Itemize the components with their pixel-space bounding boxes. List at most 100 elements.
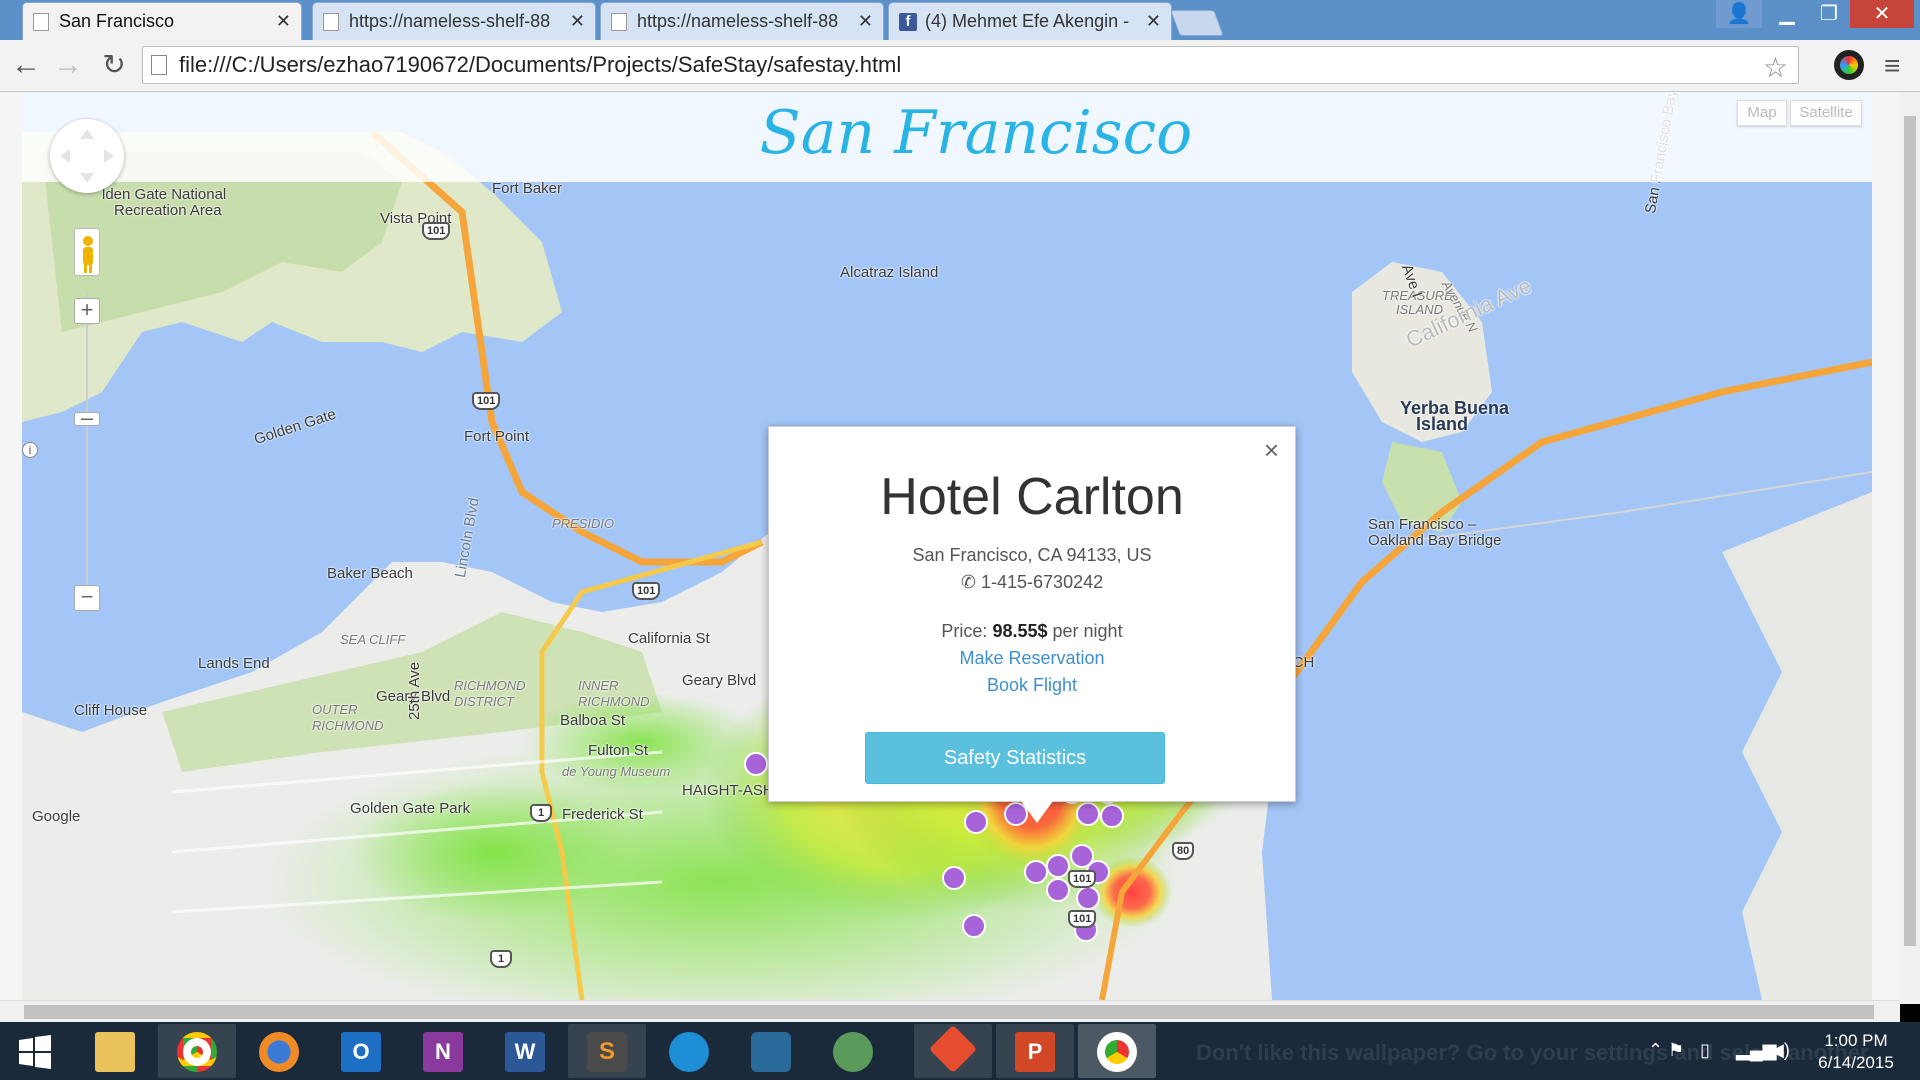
battery-icon[interactable]: ▯ xyxy=(1700,1040,1710,1061)
tab-nameless-shelf-2[interactable]: https://nameless-shelf-88 ✕ xyxy=(600,2,884,40)
tab-facebook[interactable]: f (4) Mehmet Efe Akengin - ✕ xyxy=(888,2,1172,40)
sublime-icon[interactable]: S xyxy=(568,1024,646,1078)
map-label: de Young Museum xyxy=(562,764,671,779)
volume-icon[interactable]: ◀) xyxy=(1770,1040,1790,1061)
map[interactable]: lden Gate National Recreation Area Fort Ba… xyxy=(22,92,1872,1000)
back-icon[interactable]: ← xyxy=(8,48,44,84)
page-icon xyxy=(151,55,167,75)
safety-statistics-button[interactable]: Safety Statistics xyxy=(865,732,1165,784)
hotel-name: Hotel Carlton xyxy=(880,468,1184,526)
highway-shield: 101 xyxy=(1068,910,1097,928)
pan-control[interactable] xyxy=(50,119,124,193)
url-text: file:///C:/Users/ezhao7190672/Documents/… xyxy=(179,52,902,77)
map-label: Alcatraz Island xyxy=(840,264,939,281)
map-label: Island xyxy=(1416,414,1469,434)
onenote-icon[interactable]: N xyxy=(404,1024,482,1078)
system-clock[interactable]: 1:00 PM 6/14/2015 xyxy=(1796,1030,1916,1074)
zoom-in-icon[interactable]: + xyxy=(74,298,100,324)
close-tab-icon[interactable]: ✕ xyxy=(570,11,585,32)
map-label: PRESIDIO xyxy=(552,516,615,531)
close-tab-icon[interactable]: ✕ xyxy=(276,11,291,32)
map-label: RICHMOND xyxy=(312,718,384,733)
page-icon xyxy=(323,12,339,31)
restore-icon[interactable]: ❐ xyxy=(1806,0,1852,28)
hotel-address: San Francisco, CA 94133, US xyxy=(912,545,1152,565)
map-label: Geary Blvd xyxy=(682,672,757,689)
price-label: Price: xyxy=(941,621,988,641)
map-label: SEA CLIFF xyxy=(340,632,406,647)
start-button[interactable] xyxy=(0,1024,70,1078)
skype-icon[interactable] xyxy=(650,1024,728,1078)
new-tab-button[interactable] xyxy=(1170,10,1224,36)
facebook-icon: f xyxy=(899,12,917,31)
map-label: DISTRICT xyxy=(454,694,514,709)
chrome-icon[interactable] xyxy=(1078,1024,1156,1078)
flag-icon[interactable]: ⚑ xyxy=(1668,1040,1684,1061)
zoom-slider-track[interactable] xyxy=(86,292,88,592)
map-label: Oakland Bay Bridge xyxy=(1368,532,1502,549)
tab-label: https://nameless-shelf-88 xyxy=(349,11,551,31)
minimize-icon[interactable]: ▁ xyxy=(1764,0,1810,28)
map-label: Frederick St xyxy=(562,806,643,823)
price-value: 98.55$ xyxy=(992,621,1048,641)
map-label: Balboa St xyxy=(560,712,626,729)
firefox-icon[interactable] xyxy=(240,1024,318,1078)
menu-icon[interactable]: ≡ xyxy=(1884,50,1900,82)
tab-san-francisco[interactable]: San Francisco ✕ xyxy=(22,2,302,40)
user-profile-icon[interactable]: 👤 xyxy=(1716,0,1762,28)
reload-icon[interactable]: ↻ xyxy=(96,48,132,84)
vertical-scroll-thumb[interactable] xyxy=(1904,116,1916,946)
browser-window: San Francisco ✕ https://nameless-shelf-8… xyxy=(0,0,1920,1080)
highway-shield: 101 xyxy=(632,582,661,600)
street-view-pegman-icon[interactable] xyxy=(74,228,100,276)
windows-taskbar: O N W S P Don't like this wallpaper? Go … xyxy=(0,1022,1920,1080)
network-icon[interactable] xyxy=(814,1024,892,1078)
tab-label: San Francisco xyxy=(59,11,175,31)
word-icon[interactable]: W xyxy=(486,1024,564,1078)
make-reservation-link[interactable]: Make Reservation xyxy=(769,648,1295,669)
map-type-map-button[interactable]: Map xyxy=(1737,100,1787,126)
zoom-slider-handle[interactable]: – xyxy=(74,407,100,429)
address-bar[interactable]: file:///C:/Users/ezhao7190672/Documents/… xyxy=(142,46,1799,84)
pan-arrows-icon xyxy=(60,129,114,183)
forward-icon[interactable]: → xyxy=(50,48,86,84)
mysql-icon[interactable] xyxy=(732,1024,810,1078)
zoom-out-icon[interactable]: − xyxy=(74,585,100,611)
horizontal-scroll-thumb[interactable] xyxy=(24,1005,1874,1019)
highway-shield: 101 xyxy=(422,222,451,240)
map-type-satellite-button[interactable]: Satellite xyxy=(1790,100,1862,126)
git-icon[interactable] xyxy=(914,1024,992,1078)
outlook-icon[interactable]: O xyxy=(322,1024,400,1078)
map-label: RICHMOND xyxy=(454,678,526,693)
tray-chevron-icon[interactable]: ⌃ xyxy=(1648,1040,1663,1061)
file-explorer-icon[interactable] xyxy=(76,1024,154,1078)
page-icon xyxy=(611,12,627,31)
map-label: Lands End xyxy=(198,655,270,672)
powerpoint-icon[interactable]: P xyxy=(996,1024,1074,1078)
horizontal-scrollbar[interactable] xyxy=(0,1000,1900,1022)
bookmark-star-icon[interactable]: ☆ xyxy=(1763,51,1788,84)
clock-time: 1:00 PM xyxy=(1824,1031,1888,1050)
map-label: Google xyxy=(32,808,81,825)
highway-shield: 80 xyxy=(1172,842,1195,860)
map-label: OUTER xyxy=(312,702,358,717)
book-flight-link[interactable]: Book Flight xyxy=(769,675,1295,696)
close-window-icon[interactable]: ✕ xyxy=(1850,0,1914,28)
highway-shield: 1 xyxy=(490,950,512,968)
tab-nameless-shelf-1[interactable]: https://nameless-shelf-88 ✕ xyxy=(312,2,596,40)
highway-shield: 101 xyxy=(1068,870,1097,888)
highway-shield: 101 xyxy=(472,392,501,410)
close-popup-icon[interactable]: × xyxy=(1264,435,1279,466)
chrome-icon[interactable] xyxy=(158,1024,236,1078)
info-icon[interactable]: i xyxy=(22,442,38,458)
close-tab-icon[interactable]: ✕ xyxy=(1146,11,1161,32)
close-tab-icon[interactable]: ✕ xyxy=(858,11,873,32)
hotel-phone-number: 1-415-6730242 xyxy=(981,572,1104,592)
map-label: Fort Baker xyxy=(492,180,563,197)
hotel-info-popup: × Hotel Carlton San Francisco, CA 94133,… xyxy=(768,426,1296,823)
map-label: INNER xyxy=(578,678,619,693)
map-label: Recreation Area xyxy=(114,202,222,219)
extension-icon[interactable] xyxy=(1834,50,1864,80)
vertical-scrollbar[interactable] xyxy=(1900,92,1920,1004)
page-icon xyxy=(33,12,49,31)
